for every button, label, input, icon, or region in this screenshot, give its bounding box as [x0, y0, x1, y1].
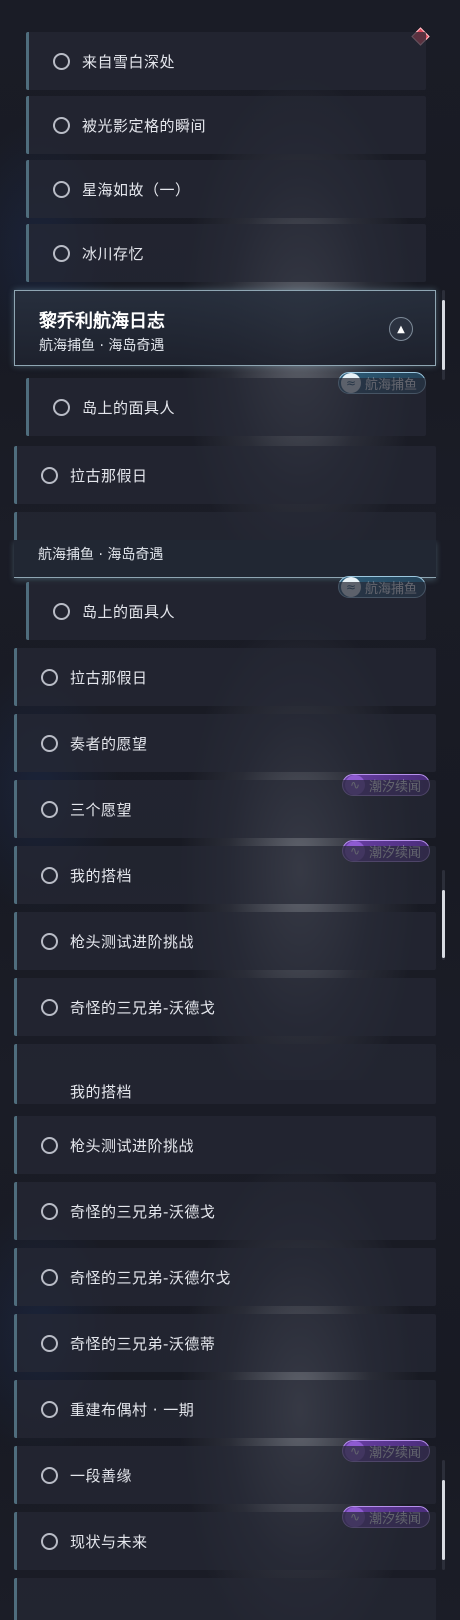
quest-item[interactable]: 来自雪白深处 — [26, 32, 426, 90]
circle-status-icon — [41, 1268, 58, 1286]
quest-item[interactable]: 我的搭档 — [14, 846, 436, 904]
quest-group-title: 黎乔利航海日志 — [39, 311, 165, 332]
quest-item-label: 奇怪的三兄弟-沃德戈 — [70, 998, 216, 1017]
quest-item[interactable]: 拉古那假日 — [14, 446, 436, 504]
quest-item-partial — [14, 512, 436, 540]
quest-item[interactable]: 岛上的面具人 — [26, 378, 426, 436]
quest-item-label: 我的搭档 — [70, 866, 133, 885]
quest-item[interactable]: 星海如故（一） — [26, 160, 426, 218]
quest-item[interactable]: 奏者的愿望 — [14, 714, 436, 772]
quest-item[interactable]: 奇怪的三兄弟-沃德蒂 — [14, 1314, 436, 1372]
quest-item[interactable]: 现状与未来 — [14, 1512, 436, 1570]
quest-item-label: 奏者的愿望 — [70, 734, 148, 753]
circle-status-icon — [41, 734, 58, 752]
circle-status-icon — [41, 1136, 58, 1154]
quest-group-header[interactable]: 航海捕鱼 · 海岛奇遇 — [14, 540, 436, 578]
circle-status-icon — [53, 180, 70, 198]
circle-status-icon — [41, 466, 58, 484]
quest-item-label: 奇怪的三兄弟-沃德戈 — [70, 1202, 216, 1221]
circle-status-icon — [41, 866, 58, 884]
quest-item-label: 岛上的面具人 — [82, 602, 176, 621]
quest-item-partial: 我的搭档 — [14, 1080, 436, 1104]
quest-group-header[interactable]: 黎乔利航海日志 航海捕鱼 · 海岛奇遇 ▲ — [14, 290, 436, 366]
circle-status-icon — [41, 932, 58, 950]
quest-item-label: 枪头测试进阶挑战 — [70, 1136, 195, 1155]
quest-item[interactable]: 一段善缘 — [14, 1446, 436, 1504]
quest-item[interactable]: 奇怪的三兄弟-沃德尔戈 — [14, 1248, 436, 1306]
circle-status-icon — [41, 1466, 58, 1484]
quest-panel-1: 来自雪白深处 被光影定格的瞬间 星海如故（一） 冰川存忆 黎乔利航海日志 航海捕… — [0, 0, 460, 540]
quest-item[interactable]: 被光影定格的瞬间 — [26, 96, 426, 154]
quest-item-label: 一段善缘 — [70, 1466, 133, 1485]
quest-item[interactable]: 岛上的面具人 — [26, 582, 426, 640]
quest-item[interactable]: 枪头测试进阶挑战 — [14, 912, 436, 970]
quest-item[interactable]: 奇怪的三兄弟-沃德戈 — [14, 978, 436, 1036]
circle-status-icon — [41, 1202, 58, 1220]
circle-status-icon — [53, 116, 70, 134]
circle-status-icon — [53, 602, 70, 620]
scrollbar-thumb[interactable] — [442, 300, 445, 370]
quest-item-label: 奇怪的三兄弟-沃德尔戈 — [70, 1268, 231, 1287]
scrollbar-thumb[interactable] — [442, 890, 445, 958]
quest-item[interactable]: 枪头测试进阶挑战 — [14, 1116, 436, 1174]
quest-item-label: 拉古那假日 — [70, 466, 148, 485]
quest-item-label: 岛上的面具人 — [82, 398, 176, 417]
quest-item[interactable]: 重建布偶村 · 一期 — [14, 1380, 436, 1438]
circle-status-icon — [41, 998, 58, 1016]
circle-status-icon — [41, 1334, 58, 1352]
quest-item-label: 来自雪白深处 — [82, 52, 176, 71]
circle-status-icon — [53, 398, 70, 416]
circle-status-icon — [41, 1400, 58, 1418]
quest-item-partial — [14, 1044, 436, 1080]
circle-status-icon — [41, 800, 58, 818]
quest-item-partial — [14, 1578, 436, 1620]
quest-item-label: 被光影定格的瞬间 — [82, 116, 207, 135]
quest-panel-2: 航海捕鱼 · 海岛奇遇 ≈ 航海捕鱼 岛上的面具人 拉古那假日 奏者的愿望 ∿ … — [0, 540, 460, 1080]
quest-item-label: 拉古那假日 — [70, 668, 148, 687]
quest-item-label: 奇怪的三兄弟-沃德蒂 — [70, 1334, 216, 1353]
quest-item-label: 冰川存忆 — [82, 244, 145, 263]
quest-item-label: 我的搭档 — [70, 1082, 133, 1101]
quest-group-subtitle: 航海捕鱼 · 海岛奇遇 — [38, 547, 164, 563]
quest-item[interactable]: 奇怪的三兄弟-沃德戈 — [14, 1182, 436, 1240]
quest-item-label: 星海如故（一） — [82, 180, 191, 199]
circle-status-icon — [41, 1532, 58, 1550]
circle-status-icon — [53, 52, 70, 70]
chevron-up-icon[interactable]: ▲ — [389, 317, 413, 341]
quest-item-label: 重建布偶村 · 一期 — [70, 1400, 195, 1419]
quest-item[interactable]: 三个愿望 — [14, 780, 436, 838]
quest-item-label: 现状与未来 — [70, 1532, 148, 1551]
scrollbar-thumb[interactable] — [442, 1480, 445, 1560]
quest-item[interactable]: 冰川存忆 — [26, 224, 426, 282]
quest-item-label: 三个愿望 — [70, 800, 133, 819]
quest-panel-3: 我的搭档 枪头测试进阶挑战 奇怪的三兄弟-沃德戈 奇怪的三兄弟-沃德尔戈 奇怪的… — [0, 1080, 460, 1620]
quest-item[interactable]: 拉古那假日 — [14, 648, 436, 706]
circle-status-icon — [41, 668, 58, 686]
quest-item-label: 枪头测试进阶挑战 — [70, 932, 195, 951]
circle-status-icon — [53, 244, 70, 262]
quest-group-subtitle: 航海捕鱼 · 海岛奇遇 — [39, 338, 165, 354]
